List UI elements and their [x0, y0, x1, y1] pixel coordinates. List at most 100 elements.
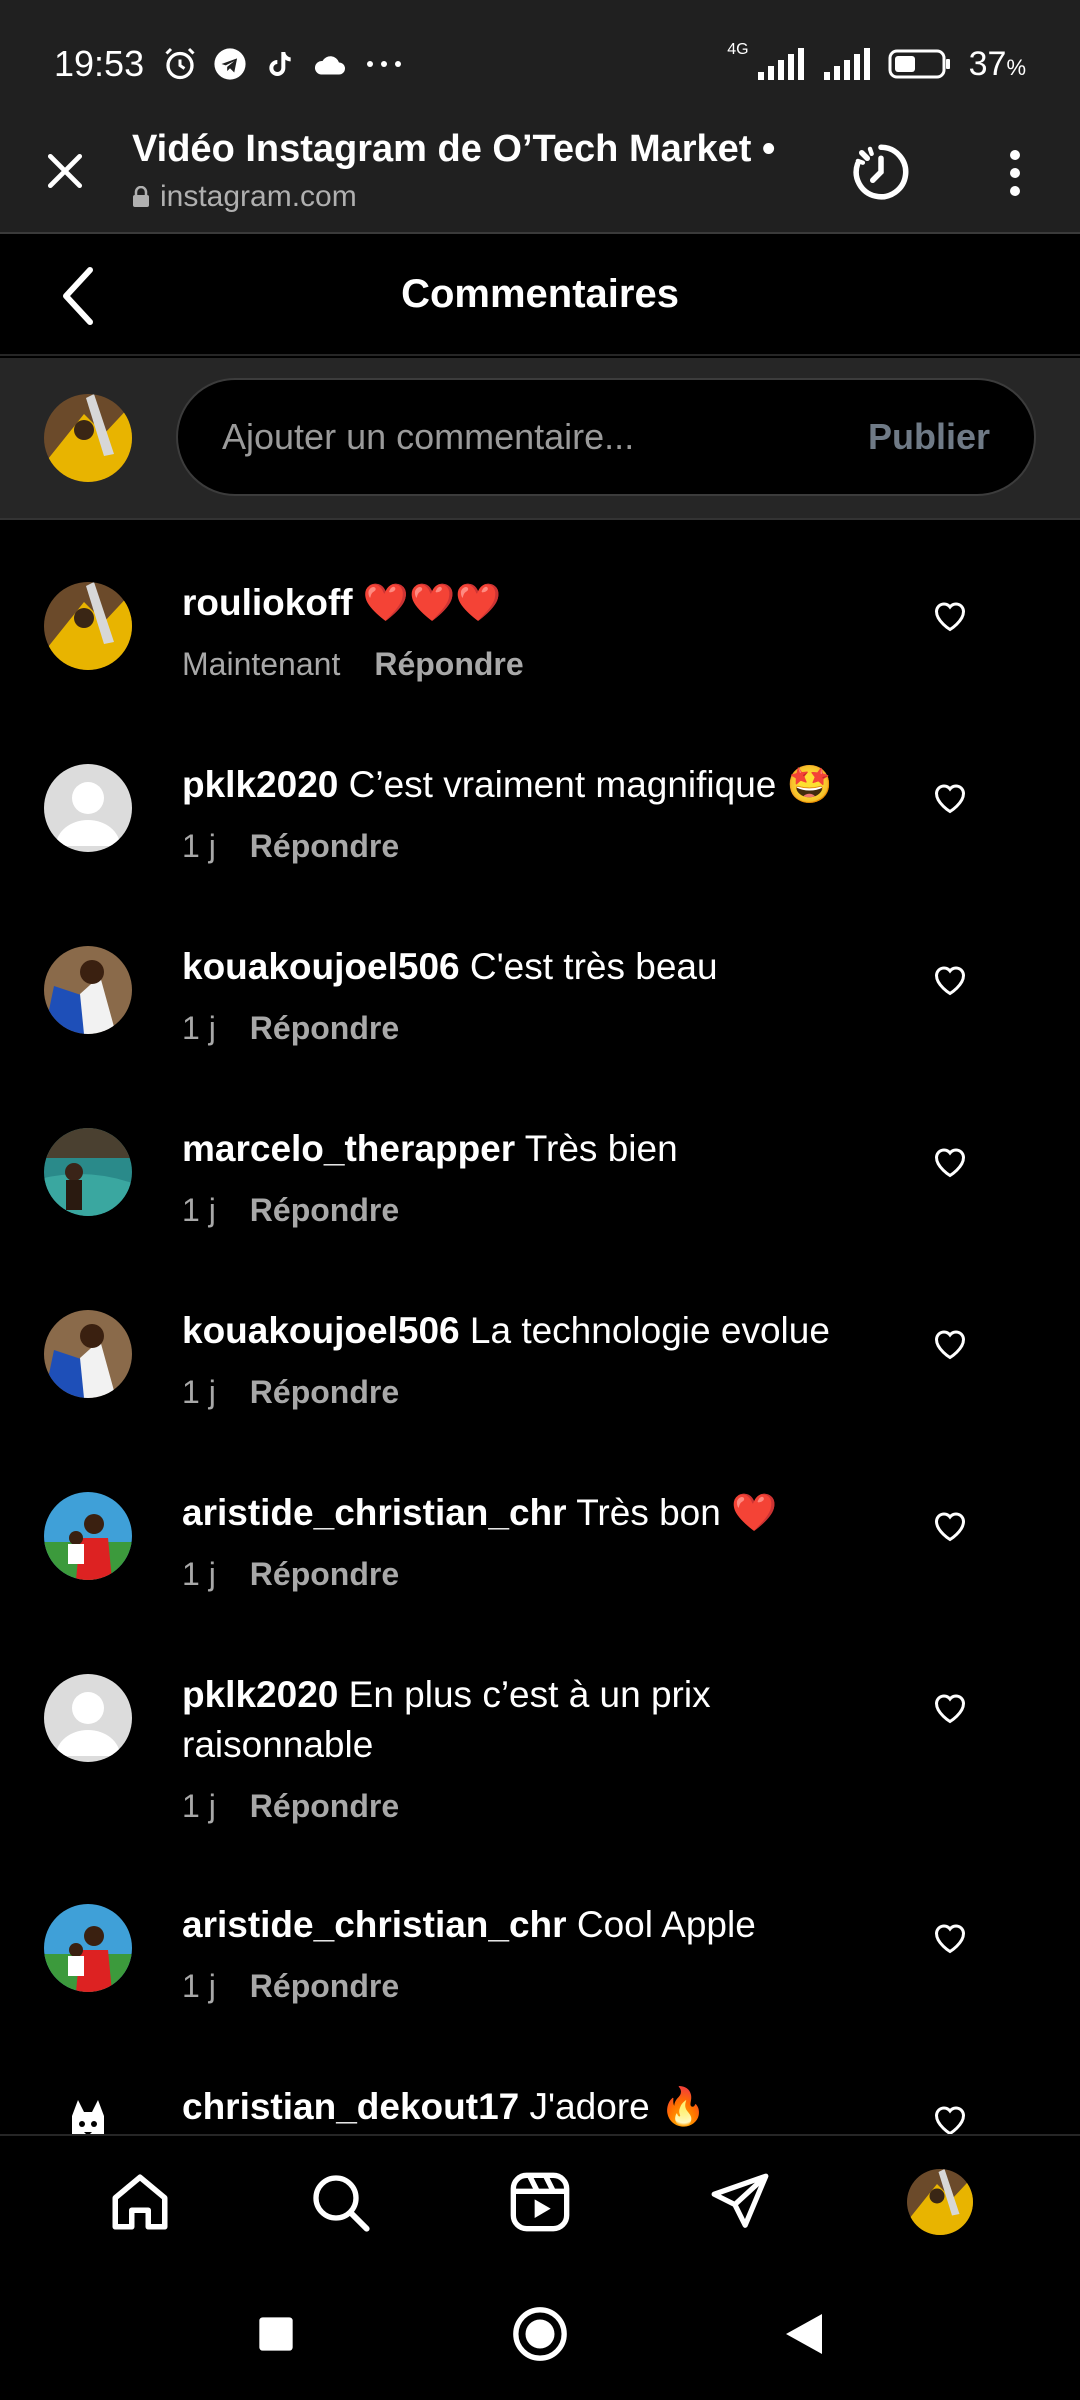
avatar[interactable] — [44, 1310, 132, 1398]
heart-icon — [934, 602, 966, 632]
reply-button[interactable]: Répondre — [250, 828, 399, 865]
heart-icon — [934, 1512, 966, 1542]
comments-header: Commentaires — [0, 236, 1080, 356]
page-url: instagram.com — [132, 180, 357, 214]
heart-icon — [934, 1330, 966, 1360]
comment-text: aristide_christian_chr Très bon ❤️ — [182, 1488, 882, 1538]
comment-content: Très bon ❤️ — [576, 1492, 778, 1533]
like-button[interactable] — [926, 592, 974, 640]
comments-list: rouliokoff ❤️❤️❤️ Maintenant Répondre pkl… — [0, 522, 1080, 2134]
comment-meta: 1 j Répondre — [182, 1968, 882, 2005]
avatar[interactable] — [44, 1128, 132, 1216]
like-button[interactable] — [926, 774, 974, 822]
profile-avatar — [907, 2169, 973, 2235]
network-label: 4G — [727, 41, 749, 58]
system-back-button[interactable] — [772, 2302, 836, 2366]
publish-button[interactable]: Publier — [868, 416, 990, 458]
heart-icon — [934, 966, 966, 996]
comment-text: rouliokoff ❤️❤️❤️ — [182, 578, 882, 628]
comment-meta: 1 j Répondre — [182, 1556, 882, 1593]
like-button[interactable] — [926, 1320, 974, 1368]
comment-time: 1 j — [182, 1010, 216, 1046]
reply-button[interactable]: Répondre — [250, 1556, 399, 1593]
battery-icon — [887, 46, 953, 82]
close-icon — [47, 153, 83, 189]
circle-home-icon — [513, 2307, 567, 2361]
comment-username[interactable]: christian_dekout17 — [182, 2086, 519, 2127]
triangle-back-icon — [786, 2314, 822, 2354]
comment-input[interactable]: Ajouter un commentaire... Publier — [176, 378, 1036, 496]
nav-direct[interactable] — [700, 2162, 780, 2242]
bottom-navigation — [0, 2134, 1080, 2268]
reply-button[interactable]: Répondre — [374, 646, 523, 683]
status-bar: 19:53 4G 37% — [0, 0, 1080, 128]
comment-body: kouakoujoel506 La technologie evolue 1 j… — [182, 1306, 882, 1411]
reply-button[interactable]: Répondre — [250, 1010, 399, 1047]
comment-composer: Ajouter un commentaire... Publier — [0, 358, 1080, 520]
reply-button[interactable]: Répondre — [250, 1192, 399, 1229]
comment-body: christian_dekout17 J'adore 🔥 — [182, 2082, 882, 2132]
comment-body: aristide_christian_chr Très bon ❤️ 1 j Ré… — [182, 1488, 882, 1593]
comment-time: 1 j — [182, 1968, 216, 2004]
avatar[interactable] — [44, 1904, 132, 1992]
avatar[interactable] — [44, 764, 132, 852]
like-button[interactable] — [926, 2096, 974, 2134]
comment-username[interactable]: pklk2020 — [182, 764, 338, 805]
comment-body: rouliokoff ❤️❤️❤️ Maintenant Répondre — [182, 578, 882, 683]
avatar[interactable] — [44, 2086, 132, 2134]
avatar[interactable] — [44, 1492, 132, 1580]
comment-time: 1 j — [182, 1192, 216, 1228]
history-icon — [853, 144, 909, 200]
comment-meta: 1 j Répondre — [182, 1374, 882, 1411]
recents-button[interactable] — [244, 2302, 308, 2366]
comment-content: La technologie evolue — [469, 1310, 830, 1351]
comment-username[interactable]: aristide_christian_chr — [182, 1492, 567, 1533]
page-heading: Commentaires — [401, 272, 679, 316]
avatar[interactable] — [44, 946, 132, 1034]
nav-search[interactable] — [300, 2162, 380, 2242]
composer-avatar — [44, 394, 132, 482]
nav-reels[interactable] — [500, 2162, 580, 2242]
battery-unit: % — [1006, 54, 1026, 80]
like-button[interactable] — [926, 956, 974, 1004]
close-button[interactable] — [36, 142, 94, 200]
comment-username[interactable]: kouakoujoel506 — [182, 946, 460, 987]
comment-body: kouakoujoel506 C'est très beau 1 j Répond… — [182, 942, 882, 1047]
battery-level: 37% — [969, 45, 1026, 84]
comment-content: Cool Apple — [576, 1904, 756, 1945]
reels-icon — [510, 2172, 570, 2232]
nav-home[interactable] — [100, 2162, 180, 2242]
more-menu-button[interactable] — [990, 138, 1040, 208]
comment-username[interactable]: rouliokoff — [182, 582, 353, 623]
app-root: 19:53 4G 37% Vidéo Instagram de O’Tech M… — [0, 0, 1080, 2400]
like-button[interactable] — [926, 1138, 974, 1186]
avatar[interactable] — [44, 1674, 132, 1762]
home-button[interactable] — [508, 2302, 572, 2366]
nav-profile[interactable] — [900, 2162, 980, 2242]
reply-button[interactable]: Répondre — [250, 1788, 399, 1825]
history-button[interactable] — [845, 136, 917, 208]
battery-value: 37 — [968, 44, 1007, 83]
page-title: Vidéo Instagram de O’Tech Market • — [132, 128, 776, 170]
comment-time: 1 j — [182, 1374, 216, 1410]
comment-username[interactable]: pklk2020 — [182, 1674, 338, 1715]
status-time: 19:53 — [54, 43, 145, 84]
comment-content: C’est vraiment magnifique 🤩 — [348, 764, 833, 805]
browser-toolbar: Vidéo Instagram de O’Tech Market • insta… — [0, 128, 1080, 234]
comment-username[interactable]: kouakoujoel506 — [182, 1310, 460, 1351]
status-left: 19:53 — [54, 43, 406, 85]
comment-username[interactable]: aristide_christian_chr — [182, 1904, 567, 1945]
reply-button[interactable]: Répondre — [250, 1968, 399, 2005]
like-button[interactable] — [926, 1684, 974, 1732]
like-button[interactable] — [926, 1502, 974, 1550]
system-navigation — [0, 2268, 1080, 2400]
comment-body: pklk2020 C’est vraiment magnifique 🤩 1 j… — [182, 760, 882, 865]
reply-button[interactable]: Répondre — [250, 1374, 399, 1411]
comment-username[interactable]: marcelo_therapper — [182, 1128, 515, 1169]
comment-text: christian_dekout17 J'adore 🔥 — [182, 2082, 882, 2132]
comment-time: 1 j — [182, 828, 216, 864]
avatar[interactable] — [44, 582, 132, 670]
telegram-icon — [212, 46, 248, 82]
like-button[interactable] — [926, 1914, 974, 1962]
comment-body: aristide_christian_chr Cool Apple 1 j Rép… — [182, 1900, 882, 2005]
